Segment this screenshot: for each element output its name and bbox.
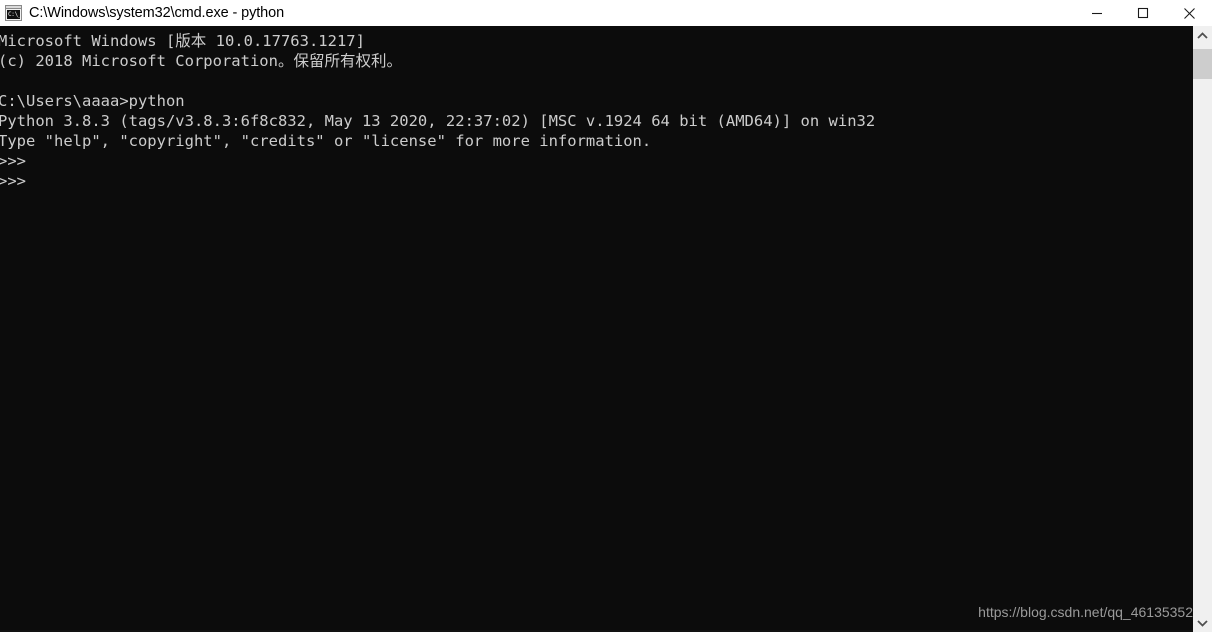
watermark-url: https://blog.csdn.net/qq_46135352 <box>978 604 1193 620</box>
cmd-icon[interactable]: C:\_ <box>5 5 22 21</box>
chevron-up-icon[interactable] <box>1193 26 1212 45</box>
minimize-button[interactable] <box>1074 0 1120 26</box>
window-title: C:\Windows\system32\cmd.exe - python <box>29 5 285 21</box>
chevron-down-icon[interactable] <box>1193 613 1212 632</box>
window-titlebar[interactable]: C:\_ C:\Windows\system32\cmd.exe - pytho… <box>0 0 1212 26</box>
scrollbar-thumb[interactable] <box>1193 49 1212 79</box>
window-controls <box>1074 0 1212 26</box>
close-button[interactable] <box>1166 0 1212 26</box>
maximize-button[interactable] <box>1120 0 1166 26</box>
cmd-icon-titlebar <box>6 6 21 9</box>
cmd-window: C:\_ C:\Windows\system32\cmd.exe - pytho… <box>0 0 1212 632</box>
cmd-icon-screen: C:\_ <box>7 10 22 19</box>
console-text: Microsoft Windows [版本 10.0.17763.1217] (… <box>0 32 876 190</box>
console-output-area[interactable]: Microsoft Windows [版本 10.0.17763.1217] (… <box>0 26 1193 632</box>
vertical-scrollbar[interactable] <box>1193 26 1212 632</box>
